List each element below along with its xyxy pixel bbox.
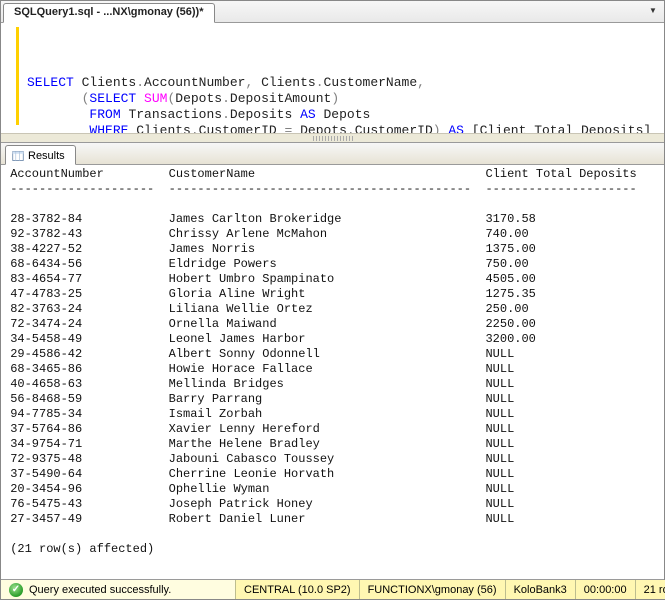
splitter[interactable] [1, 133, 664, 143]
status-elapsed: 00:00:00 [576, 580, 636, 599]
sql-editor[interactable]: SELECT Clients.AccountNumber, Clients.Cu… [1, 23, 664, 133]
check-icon: ✓ [9, 583, 23, 597]
status-server: CENTRAL (10.0 SP2) [236, 580, 360, 599]
sql-line: (SELECT SUM(Depots.DepositAmount) [1, 91, 664, 107]
sql-line: SELECT Clients.AccountNumber, Clients.Cu… [1, 75, 664, 91]
status-rows: 21 row [636, 580, 665, 599]
document-tab[interactable]: SQLQuery1.sql - ...NX\gmonay (56))* [3, 3, 215, 23]
results-icon [12, 150, 24, 162]
sql-line: WHERE Clients.CustomerID = Depots.Custom… [1, 123, 664, 133]
tab-dropdown-icon[interactable]: ▼ [646, 4, 660, 18]
document-tab-bar: SQLQuery1.sql - ...NX\gmonay (56))* ▼ [1, 1, 664, 23]
results-tab-bar: Results [1, 143, 664, 165]
sql-line: FROM Transactions.Deposits AS Depots [1, 107, 664, 123]
results-tab[interactable]: Results [5, 145, 76, 165]
results-panel: Results AccountNumber CustomerName Clien… [1, 143, 664, 579]
change-marker [16, 27, 19, 125]
status-bar: ✓ Query executed successfully. CENTRAL (… [1, 579, 664, 599]
splitter-grip-icon [313, 136, 353, 141]
status-user: FUNCTIONX\gmonay (56) [360, 580, 506, 599]
status-message: Query executed successfully. [29, 584, 171, 596]
status-database: KoloBank3 [506, 580, 576, 599]
status-message-seg: ✓ Query executed successfully. [1, 580, 236, 599]
document-tab-title: SQLQuery1.sql - ...NX\gmonay (56))* [14, 6, 204, 18]
results-tab-label: Results [28, 150, 65, 162]
results-text[interactable]: AccountNumber CustomerName Client Total … [1, 165, 664, 579]
